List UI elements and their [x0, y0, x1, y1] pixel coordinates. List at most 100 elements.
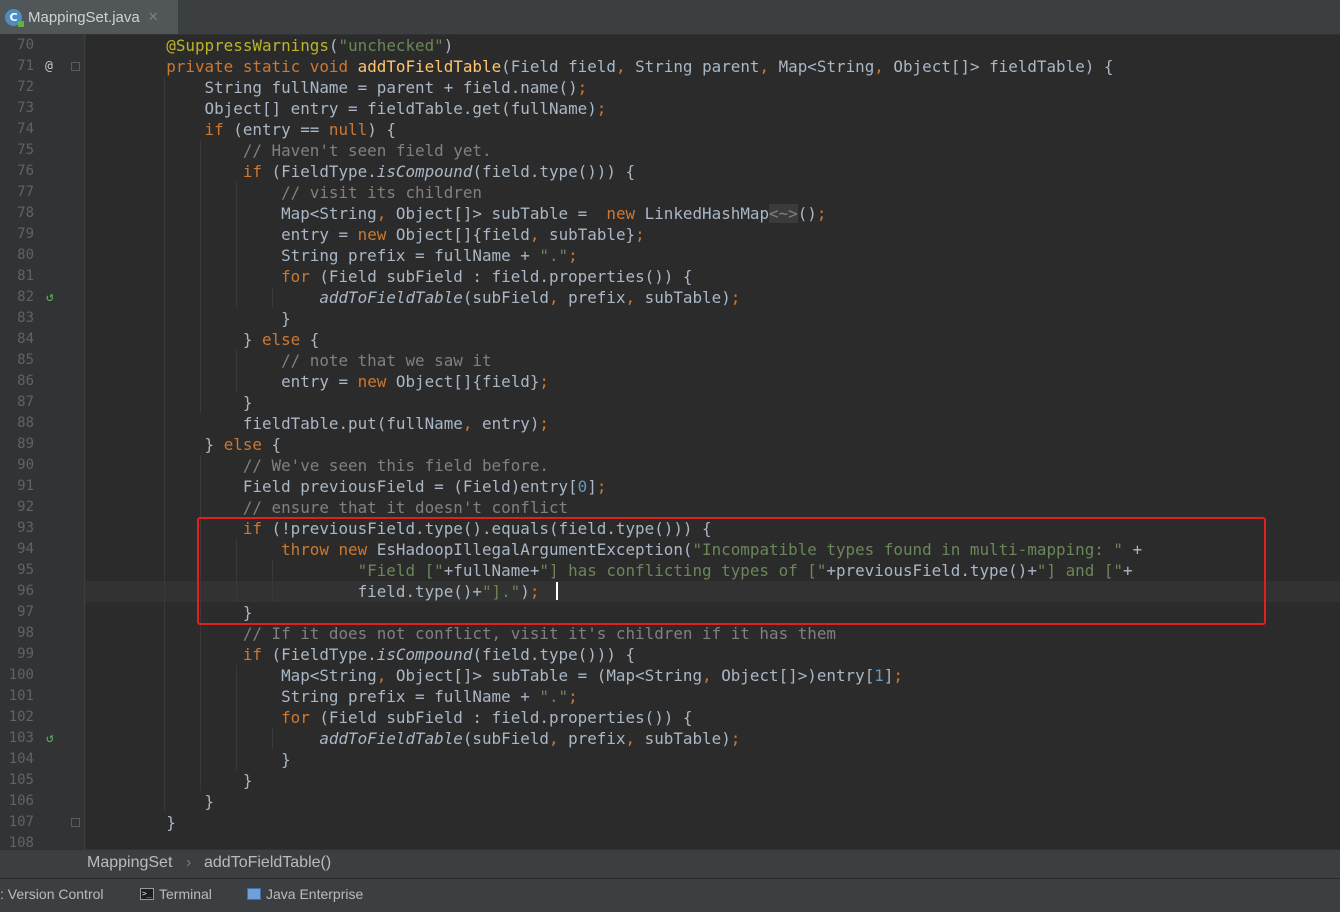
code-text[interactable]: for (Field subField : field.properties()…: [128, 266, 692, 287]
code-token: entry =: [281, 225, 358, 244]
code-line: // ensure that it doesn't conflict: [86, 497, 1340, 518]
code-text[interactable]: for (Field subField : field.properties()…: [128, 707, 692, 728]
code-line: if (entry == null) {: [86, 119, 1340, 140]
code-text[interactable]: // If it does not conflict, visit it's c…: [128, 623, 836, 644]
code-token: Map<String: [281, 666, 377, 685]
code-text[interactable]: if (FieldType.isCompound(field.type())) …: [128, 161, 635, 182]
code-token: <~>: [769, 204, 798, 223]
line-number: 85: [17, 352, 34, 368]
code-text[interactable]: addToFieldTable(subField, prefix, subTab…: [128, 728, 740, 749]
gutter-divider: [84, 34, 85, 849]
code-token: ;: [596, 99, 607, 118]
code-text[interactable]: }: [128, 812, 176, 833]
code-text[interactable]: }: [128, 791, 215, 812]
code-token: ".": [539, 687, 569, 706]
code-text[interactable]: }: [128, 308, 291, 329]
code-token: null: [328, 120, 368, 139]
code-token: ;: [635, 225, 645, 244]
code-token: 1: [874, 666, 884, 685]
recursive-call-icon: ↺: [46, 731, 54, 746]
code-token: (Field subField : field.properties()) {: [319, 708, 693, 727]
code-text[interactable]: addToFieldTable(subField, prefix, subTab…: [128, 287, 740, 308]
line-number: 71: [17, 58, 34, 74]
terminal-button[interactable]: >_ Terminal: [140, 886, 212, 902]
code-text[interactable]: // We've seen this field before.: [128, 455, 549, 476]
version-control-label: : Version Control: [0, 886, 104, 902]
breadcrumb-method[interactable]: addToFieldTable(): [204, 854, 331, 872]
code-text[interactable]: // Haven't seen field yet.: [128, 140, 492, 161]
code-token: String fullName = parent + field.name(): [204, 78, 578, 97]
code-token: new: [606, 204, 645, 223]
code-text[interactable]: // visit its children: [128, 182, 482, 203]
breadcrumb: MappingSet › addToFieldTable(): [0, 849, 1340, 879]
code-text[interactable]: }: [128, 749, 291, 770]
breadcrumb-class[interactable]: MappingSet: [87, 854, 172, 872]
code-token: Object[]> fieldTable) {: [893, 57, 1114, 76]
code-text[interactable]: } else {: [128, 434, 282, 455]
fold-marker-icon[interactable]: [71, 818, 80, 827]
code-text[interactable]: private static void addToFieldTable(Fiel…: [128, 56, 1113, 77]
code-text[interactable]: if (entry == null) {: [128, 119, 396, 140]
code-token: (field.type())) {: [472, 645, 636, 664]
indent-guide: [236, 182, 237, 308]
override-marker-icon[interactable]: @: [45, 56, 53, 77]
code-token: }: [242, 771, 253, 790]
code-text[interactable]: if (FieldType.isCompound(field.type())) …: [128, 644, 635, 665]
code-line: @SuppressWarnings("unchecked"): [86, 35, 1340, 56]
line-number: 72: [17, 79, 34, 95]
code-text[interactable]: String prefix = fullName + ".";: [128, 686, 578, 707]
code-token: new: [357, 225, 396, 244]
code-text[interactable]: } else {: [128, 329, 320, 350]
code-text[interactable]: Object[] entry = fieldTable.get(fullName…: [128, 98, 607, 119]
code-text[interactable]: }: [128, 392, 253, 413]
line-number: 94: [17, 541, 34, 557]
code-text[interactable]: // note that we saw it: [128, 350, 491, 371]
code-line: // We've seen this field before.: [86, 455, 1340, 476]
code-text[interactable]: entry = new Object[]{field, subTable};: [128, 224, 645, 245]
code-token: addToFieldTable: [319, 288, 463, 307]
code-token: if: [242, 645, 272, 664]
code-text[interactable]: entry = new Object[]{field};: [128, 371, 549, 392]
indent-guide: [236, 665, 237, 770]
tab-mappingset-java[interactable]: C MappingSet.java ✕: [0, 0, 178, 34]
line-number: 96: [17, 583, 34, 599]
code-line: entry = new Object[]{field};: [86, 371, 1340, 392]
code-line: }: [86, 791, 1340, 812]
highlight-box: [197, 517, 1266, 625]
code-text[interactable]: // ensure that it doesn't conflict: [128, 497, 568, 518]
code-text[interactable]: }: [128, 770, 253, 791]
code-token: (Field field: [501, 57, 616, 76]
line-number: 70: [17, 37, 34, 53]
code-text[interactable]: @SuppressWarnings("unchecked"): [128, 35, 453, 56]
code-token: isCompound: [376, 162, 473, 181]
code-token: Map<String: [778, 57, 875, 76]
code-text[interactable]: String fullName = parent + field.name();: [128, 77, 588, 98]
code-line: String prefix = fullName + ".";: [86, 686, 1340, 707]
code-token: private static void: [166, 57, 358, 76]
code-token: subTable): [644, 729, 731, 748]
version-control-button[interactable]: : Version Control: [0, 886, 104, 902]
code-token: ;: [730, 729, 741, 748]
text-caret: [556, 582, 558, 600]
code-token: (FieldType.: [271, 162, 377, 181]
code-text[interactable]: Map<String, Object[]> subTable = (Map<St…: [128, 665, 903, 686]
line-number: 76: [17, 163, 34, 179]
code-text[interactable]: Map<String, Object[]> subTable = new Lin…: [128, 203, 826, 224]
code-editor[interactable]: 70 71 @72 73 74 75 76 77 78 79 80 81 82 ↺ 83 84 85 86 87 88…: [0, 34, 1340, 849]
fold-marker-icon[interactable]: [71, 62, 80, 71]
line-number: 82: [17, 289, 34, 305]
line-number: 104: [8, 751, 34, 767]
code-token: new: [357, 372, 396, 391]
code-token: addToFieldTable: [357, 57, 502, 76]
close-icon[interactable]: ✕: [148, 10, 159, 25]
code-text[interactable]: String prefix = fullName + ".";: [128, 245, 578, 266]
line-number: 103: [8, 730, 34, 746]
java-enterprise-button[interactable]: Java Enterprise: [247, 886, 363, 902]
code-token: ,: [462, 414, 482, 433]
code-token: }: [281, 309, 291, 328]
code-token: // ensure that it doesn't conflict: [242, 498, 569, 517]
code-line: // If it does not conflict, visit it's c…: [86, 623, 1340, 644]
code-text[interactable]: fieldTable.put(fullName, entry);: [128, 413, 549, 434]
code-token: ,: [702, 666, 722, 685]
code-token: (subField: [462, 729, 549, 748]
